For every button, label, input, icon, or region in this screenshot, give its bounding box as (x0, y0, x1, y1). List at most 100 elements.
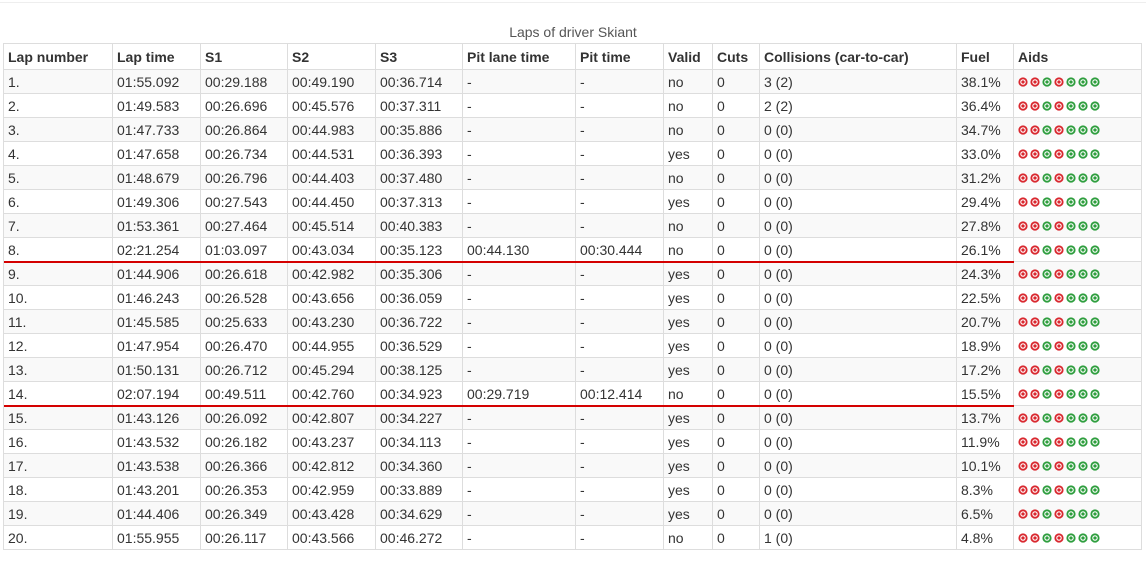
stability-control-aid-icon[interactable] (1042, 364, 1052, 375)
traction-control-aid-icon[interactable] (1030, 316, 1040, 327)
auto-clutch-aid-icon[interactable] (1054, 316, 1064, 327)
ideal-line-aid-icon[interactable] (1078, 508, 1088, 519)
traction-control-aid-icon[interactable] (1030, 532, 1040, 543)
auto-gear-aid-icon[interactable] (1066, 244, 1076, 255)
traction-control-aid-icon[interactable] (1030, 364, 1040, 375)
table-row[interactable]: 10. 01:46.243 00:26.528 00:43.656 00:36.059-… (3, 285, 1142, 310)
traction-control-aid-icon[interactable] (1030, 172, 1040, 183)
auto-blip-aid-icon[interactable] (1090, 412, 1100, 423)
table-row[interactable]: 2. 01:49.583 00:26.696 00:45.576 00:37.311- -… (3, 93, 1142, 118)
traction-control-aid-icon[interactable] (1030, 340, 1040, 351)
stability-control-aid-icon[interactable] (1042, 196, 1052, 207)
ideal-line-aid-icon[interactable] (1078, 388, 1088, 399)
traction-control-aid-icon[interactable] (1030, 220, 1040, 231)
abs-aid-icon[interactable] (1018, 244, 1028, 255)
col-lap-number[interactable]: Lap number (3, 43, 113, 70)
auto-gear-aid-icon[interactable] (1066, 292, 1076, 303)
auto-clutch-aid-icon[interactable] (1054, 76, 1064, 87)
table-row[interactable]: 15. 01:43.126 00:26.092 00:42.807 00:34.227-… (3, 405, 1142, 430)
auto-clutch-aid-icon[interactable] (1054, 460, 1064, 471)
abs-aid-icon[interactable] (1018, 220, 1028, 231)
table-row[interactable]: 14. 02:07.194 00:49.511 00:42.760 00:34.923 0… (3, 381, 1142, 406)
table-row[interactable]: 12. 01:47.954 00:26.470 00:44.955 00:36.529-… (3, 333, 1142, 358)
stability-control-aid-icon[interactable] (1042, 316, 1052, 327)
auto-clutch-aid-icon[interactable] (1054, 268, 1064, 279)
auto-blip-aid-icon[interactable] (1090, 436, 1100, 447)
auto-gear-aid-icon[interactable] (1066, 484, 1076, 495)
ideal-line-aid-icon[interactable] (1078, 148, 1088, 159)
auto-gear-aid-icon[interactable] (1066, 340, 1076, 351)
col-fuel[interactable]: Fuel (956, 43, 1014, 70)
abs-aid-icon[interactable] (1018, 76, 1028, 87)
traction-control-aid-icon[interactable] (1030, 460, 1040, 471)
ideal-line-aid-icon[interactable] (1078, 316, 1088, 327)
auto-blip-aid-icon[interactable] (1090, 532, 1100, 543)
table-row[interactable]: 16. 01:43.532 00:26.182 00:43.237 00:34.113-… (3, 429, 1142, 454)
table-row[interactable]: 6. 01:49.306 00:27.543 00:44.450 00:37.313- -… (3, 189, 1142, 214)
auto-blip-aid-icon[interactable] (1090, 388, 1100, 399)
col-aids[interactable]: Aids (1013, 43, 1142, 70)
auto-gear-aid-icon[interactable] (1066, 220, 1076, 231)
auto-clutch-aid-icon[interactable] (1054, 148, 1064, 159)
table-row[interactable]: 1. 01:55.092 00:29.188 00:49.190 00:36.714- -… (3, 69, 1142, 94)
auto-clutch-aid-icon[interactable] (1054, 532, 1064, 543)
table-row[interactable]: 5. 01:48.679 00:26.796 00:44.403 00:37.480- -… (3, 165, 1142, 190)
traction-control-aid-icon[interactable] (1030, 100, 1040, 111)
stability-control-aid-icon[interactable] (1042, 388, 1052, 399)
abs-aid-icon[interactable] (1018, 508, 1028, 519)
table-row[interactable]: 7. 01:53.361 00:27.464 00:45.514 00:40.383- -… (3, 213, 1142, 238)
table-row[interactable]: 11. 01:45.585 00:25.633 00:43.230 00:36.722-… (3, 309, 1142, 334)
abs-aid-icon[interactable] (1018, 388, 1028, 399)
auto-blip-aid-icon[interactable] (1090, 508, 1100, 519)
stability-control-aid-icon[interactable] (1042, 268, 1052, 279)
auto-blip-aid-icon[interactable] (1090, 340, 1100, 351)
auto-gear-aid-icon[interactable] (1066, 532, 1076, 543)
stability-control-aid-icon[interactable] (1042, 124, 1052, 135)
ideal-line-aid-icon[interactable] (1078, 196, 1088, 207)
auto-blip-aid-icon[interactable] (1090, 124, 1100, 135)
abs-aid-icon[interactable] (1018, 412, 1028, 423)
auto-blip-aid-icon[interactable] (1090, 148, 1100, 159)
ideal-line-aid-icon[interactable] (1078, 172, 1088, 183)
col-lap-time[interactable]: Lap time (112, 43, 201, 70)
col-pit-lane-time[interactable]: Pit lane time (462, 43, 576, 70)
stability-control-aid-icon[interactable] (1042, 244, 1052, 255)
stability-control-aid-icon[interactable] (1042, 148, 1052, 159)
abs-aid-icon[interactable] (1018, 364, 1028, 375)
abs-aid-icon[interactable] (1018, 484, 1028, 495)
stability-control-aid-icon[interactable] (1042, 484, 1052, 495)
auto-gear-aid-icon[interactable] (1066, 100, 1076, 111)
traction-control-aid-icon[interactable] (1030, 508, 1040, 519)
ideal-line-aid-icon[interactable] (1078, 100, 1088, 111)
stability-control-aid-icon[interactable] (1042, 412, 1052, 423)
ideal-line-aid-icon[interactable] (1078, 460, 1088, 471)
stability-control-aid-icon[interactable] (1042, 460, 1052, 471)
auto-gear-aid-icon[interactable] (1066, 148, 1076, 159)
ideal-line-aid-icon[interactable] (1078, 244, 1088, 255)
auto-gear-aid-icon[interactable] (1066, 268, 1076, 279)
stability-control-aid-icon[interactable] (1042, 292, 1052, 303)
traction-control-aid-icon[interactable] (1030, 124, 1040, 135)
auto-blip-aid-icon[interactable] (1090, 364, 1100, 375)
auto-gear-aid-icon[interactable] (1066, 460, 1076, 471)
abs-aid-icon[interactable] (1018, 316, 1028, 327)
abs-aid-icon[interactable] (1018, 340, 1028, 351)
auto-gear-aid-icon[interactable] (1066, 412, 1076, 423)
auto-clutch-aid-icon[interactable] (1054, 172, 1064, 183)
auto-clutch-aid-icon[interactable] (1054, 436, 1064, 447)
abs-aid-icon[interactable] (1018, 268, 1028, 279)
col-cuts[interactable]: Cuts (712, 43, 760, 70)
auto-blip-aid-icon[interactable] (1090, 100, 1100, 111)
auto-clutch-aid-icon[interactable] (1054, 508, 1064, 519)
auto-gear-aid-icon[interactable] (1066, 364, 1076, 375)
ideal-line-aid-icon[interactable] (1078, 292, 1088, 303)
traction-control-aid-icon[interactable] (1030, 148, 1040, 159)
col-s3[interactable]: S3 (375, 43, 463, 70)
auto-gear-aid-icon[interactable] (1066, 124, 1076, 135)
traction-control-aid-icon[interactable] (1030, 268, 1040, 279)
stability-control-aid-icon[interactable] (1042, 100, 1052, 111)
table-row[interactable]: 19. 01:44.406 00:26.349 00:43.428 00:34.629-… (3, 501, 1142, 526)
traction-control-aid-icon[interactable] (1030, 388, 1040, 399)
table-row[interactable]: 20. 01:55.955 00:26.117 00:43.566 00:46.272-… (3, 525, 1142, 550)
traction-control-aid-icon[interactable] (1030, 436, 1040, 447)
